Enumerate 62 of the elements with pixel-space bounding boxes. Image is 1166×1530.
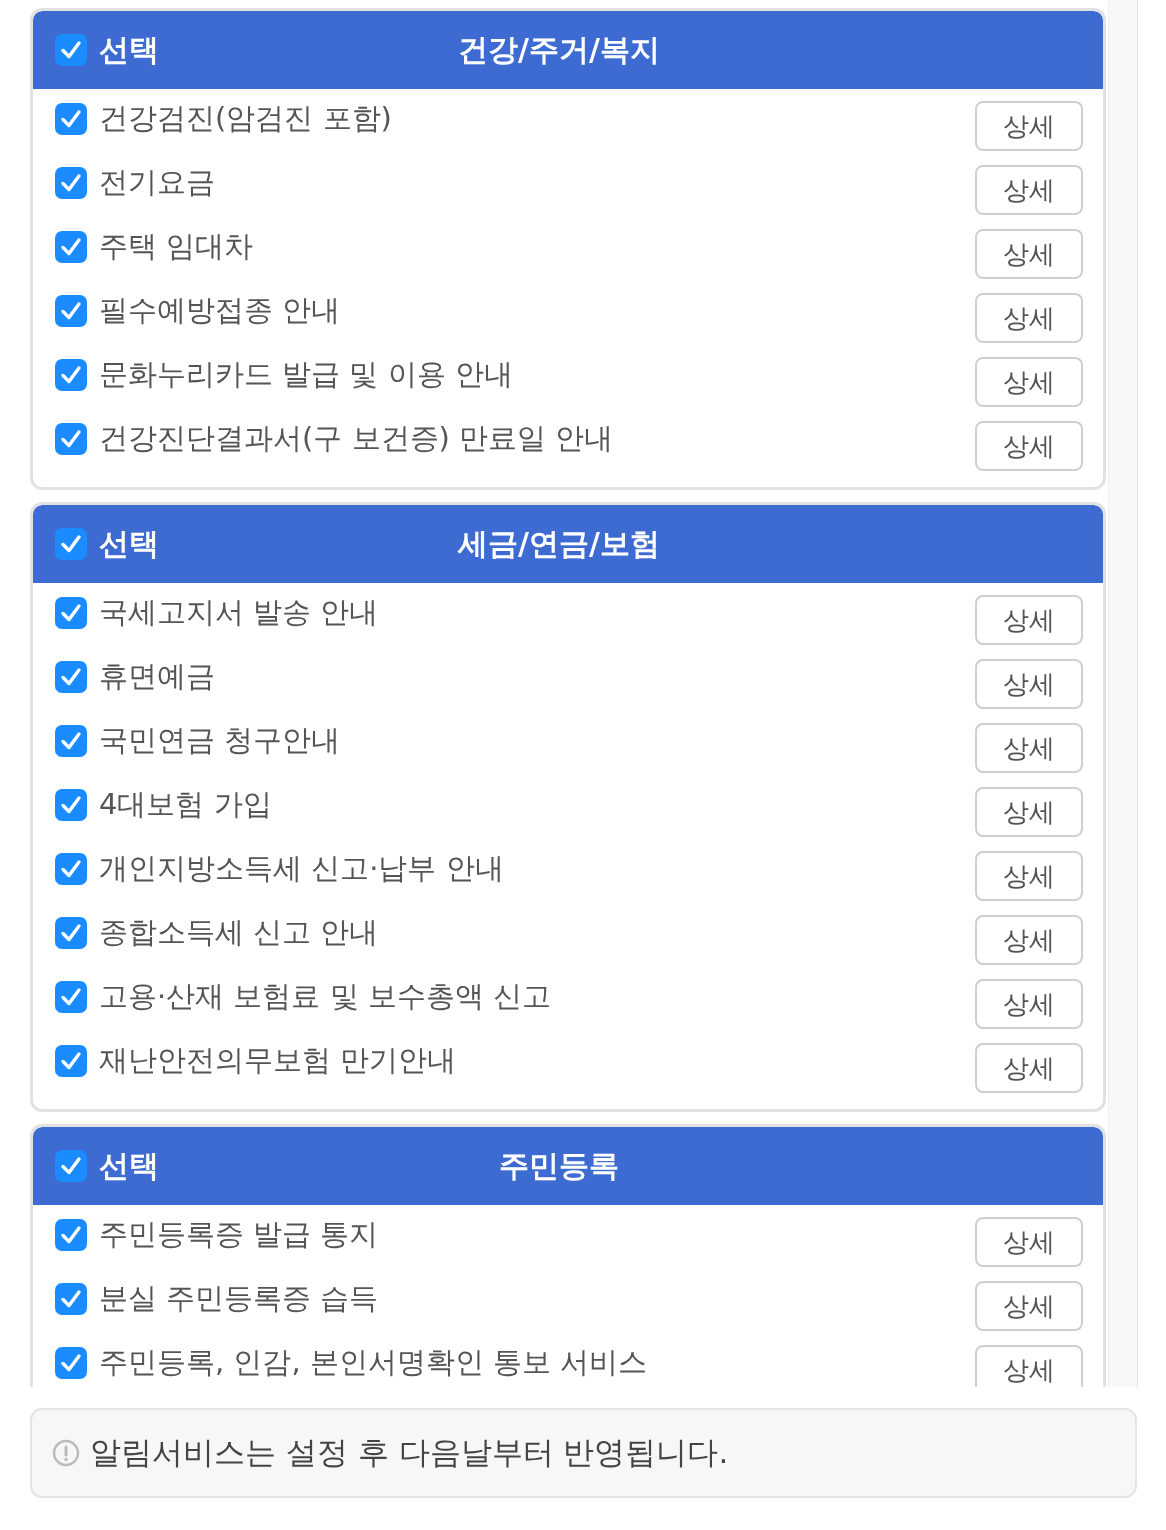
category-title: 주민등록 [499,1146,619,1185]
select-all-label: 선택 [99,524,159,563]
detail-button[interactable]: 상세 [975,851,1083,901]
notification-label: 전기요금 [99,164,215,201]
notification-label: 고용·산재 보험료 및 보수총액 신고 [99,978,552,1015]
notification-label: 건강검진(암검진 포함) [99,100,392,137]
checkbox[interactable] [55,167,87,199]
checkbox[interactable] [55,103,87,135]
checkbox[interactable] [55,423,87,455]
checkbox[interactable] [55,853,87,885]
notification-label: 재난안전의무보험 만기안내 [99,1042,457,1079]
notification-label: 분실 주민등록증 습득 [99,1280,379,1317]
checkbox[interactable] [55,231,87,263]
checkbox[interactable] [55,1347,87,1379]
checkbox[interactable] [55,295,87,327]
notification-label: 주택 임대차 [99,228,254,265]
detail-button[interactable]: 상세 [975,229,1083,279]
select-all-label: 선택 [99,1146,159,1185]
category-title: 세금/연금/보험 [458,524,660,563]
notification-label: 국세고지서 발송 안내 [99,594,379,631]
checkbox[interactable] [55,1219,87,1251]
detail-button[interactable]: 상세 [975,357,1083,407]
detail-button[interactable]: 상세 [975,723,1083,773]
notification-label: 건강진단결과서(구 보건증) 만료일 안내 [99,420,614,457]
detail-button[interactable]: 상세 [975,1043,1083,1093]
notification-label: 주민등록, 인감, 본인서명확인 통보 서비스 [99,1344,648,1381]
detail-button[interactable]: 상세 [975,1281,1083,1331]
notification-label: 필수예방접종 안내 [99,292,341,329]
checkbox[interactable] [55,661,87,693]
select-all-label: 선택 [99,30,159,69]
info-icon [52,1439,80,1467]
detail-button[interactable]: 상세 [975,659,1083,709]
detail-button[interactable]: 상세 [975,421,1083,471]
checkbox[interactable] [55,725,87,757]
checkbox[interactable] [55,34,87,66]
notification-label: 국민연금 청구안내 [99,722,341,759]
detail-button[interactable]: 상세 [975,595,1083,645]
checkbox[interactable] [55,917,87,949]
checkbox[interactable] [55,789,87,821]
notice-text: 알림서비스는 설정 후 다음날부터 반영됩니다. [90,1433,729,1472]
notification-label: 휴면예금 [99,658,215,695]
checkbox[interactable] [55,981,87,1013]
detail-button[interactable]: 상세 [975,293,1083,343]
notification-label: 개인지방소득세 신고·납부 안내 [99,850,504,887]
notification-label: 주민등록증 발급 통지 [99,1216,379,1253]
checkbox[interactable] [55,597,87,629]
checkbox[interactable] [55,359,87,391]
checkbox[interactable] [55,1045,87,1077]
detail-button[interactable]: 상세 [975,1217,1083,1267]
detail-button[interactable]: 상세 [975,101,1083,151]
checkbox[interactable] [55,1150,87,1182]
notification-label: 종합소득세 신고 안내 [99,914,379,951]
detail-button[interactable]: 상세 [975,979,1083,1029]
detail-button[interactable]: 상세 [975,915,1083,965]
checkbox[interactable] [55,1283,87,1315]
notification-label: 문화누리카드 발급 및 이용 안내 [99,356,513,393]
notification-label: 4대보험 가입 [99,786,272,823]
detail-button[interactable]: 상세 [975,787,1083,837]
detail-button[interactable]: 상세 [975,165,1083,215]
category-title: 건강/주거/복지 [458,30,660,69]
checkbox[interactable] [55,528,87,560]
detail-button[interactable]: 상세 [975,1345,1083,1387]
